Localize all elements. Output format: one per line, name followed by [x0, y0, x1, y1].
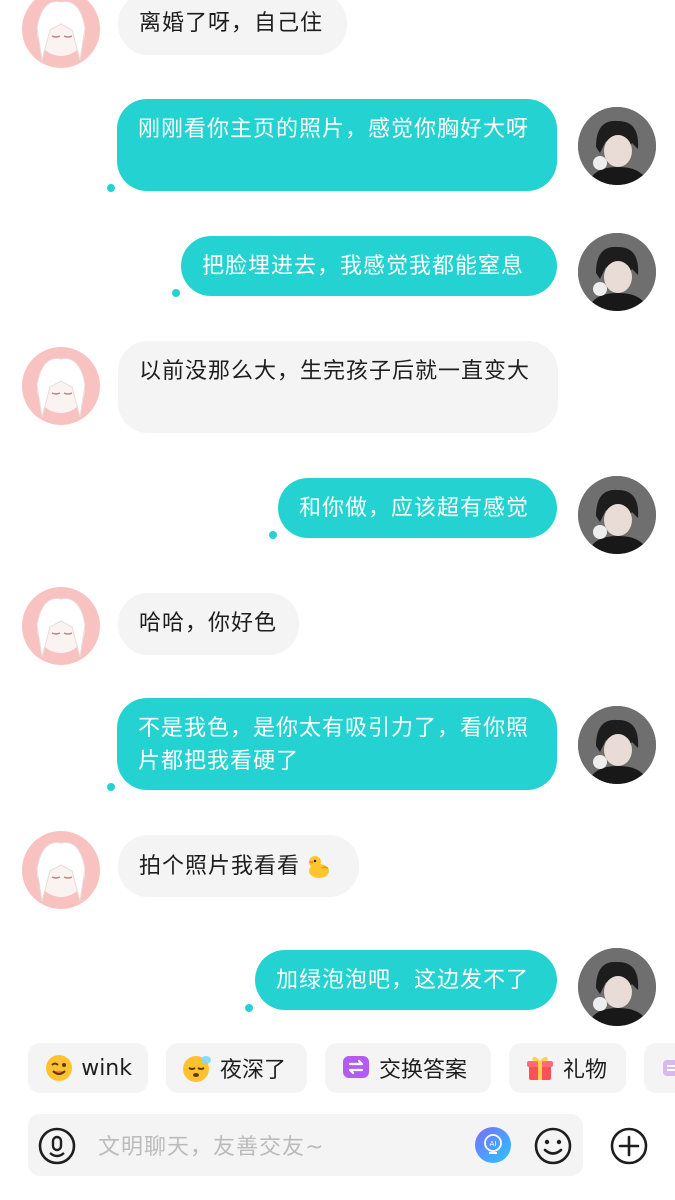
message-bubble-incoming[interactable]: 离婚了呀，自己住: [118, 0, 347, 55]
exchange-icon: [341, 1053, 371, 1083]
read-status-dot: [269, 531, 277, 539]
message-bubble-outgoing[interactable]: 和你做，应该超有感觉: [278, 478, 557, 538]
my-avatar[interactable]: [578, 948, 656, 1026]
read-status-dot: [245, 1004, 253, 1012]
message-bubble-outgoing[interactable]: 刚刚看你主页的照片，感觉你胸好大呀: [117, 99, 557, 191]
quick-action-late-night[interactable]: 夜深了: [166, 1043, 307, 1093]
ai-assistant-icon[interactable]: AI: [474, 1126, 512, 1168]
message-input-bar[interactable]: 文明聊天，友善交友~ AI: [28, 1114, 583, 1176]
quick-action-label: wink: [81, 1055, 132, 1081]
quick-action-wink[interactable]: wink: [28, 1043, 148, 1093]
contact-avatar[interactable]: [22, 587, 100, 665]
gift-icon: [525, 1053, 555, 1083]
emoji-picker-icon[interactable]: [533, 1126, 573, 1170]
quick-action-partial-icon: [658, 1053, 675, 1083]
read-status-dot: [172, 289, 180, 297]
contact-avatar[interactable]: [22, 347, 100, 425]
message-bubble-outgoing[interactable]: 不是我色，是你太有吸引力了，看你照片都把我看硬了: [117, 698, 557, 790]
message-bubble-incoming[interactable]: 以前没那么大，生完孩子后就一直变大: [118, 341, 558, 433]
message-bubble-incoming[interactable]: 拍个照片我看看: [118, 835, 359, 897]
read-status-dot: [107, 783, 115, 791]
chat-message-list[interactable]: 离婚了呀，自己住 刚刚看你主页的照片，感觉你胸好大呀 把脸埋进去，我感觉我都能窒…: [0, 0, 675, 1030]
quick-action-label: 夜深了: [220, 1058, 287, 1083]
message-bubble-outgoing[interactable]: 把脸埋进去，我感觉我都能窒息: [181, 236, 557, 296]
wink-emoji-icon: [44, 1053, 73, 1083]
message-input-placeholder[interactable]: 文明聊天，友善交友~: [98, 1129, 324, 1161]
my-avatar[interactable]: [578, 233, 656, 311]
voice-input-icon[interactable]: [38, 1127, 76, 1169]
sleepy-emoji-icon: [182, 1053, 212, 1083]
contact-avatar[interactable]: [22, 831, 100, 909]
message-bubble-incoming[interactable]: 哈哈，你好色: [118, 593, 299, 655]
message-bubble-outgoing[interactable]: 加绿泡泡吧，这边发不了: [255, 950, 557, 1010]
my-avatar[interactable]: [578, 706, 656, 784]
duck-emoji-icon: [304, 852, 332, 880]
message-text: 拍个照片我看看: [139, 853, 301, 879]
my-avatar[interactable]: [578, 107, 656, 185]
add-attachment-icon[interactable]: [609, 1126, 649, 1170]
quick-actions-bar[interactable]: wink 夜深了 交换答案 礼物: [0, 1040, 675, 1095]
quick-action-label: 交换答案: [379, 1058, 468, 1083]
contact-avatar[interactable]: [22, 0, 100, 68]
read-status-dot: [107, 184, 115, 192]
svg-text:AI: AI: [490, 1140, 497, 1148]
my-avatar[interactable]: [578, 476, 656, 554]
quick-action-more[interactable]: [644, 1043, 675, 1093]
quick-action-exchange-answers[interactable]: 交换答案: [325, 1043, 491, 1093]
quick-action-label: 礼物: [563, 1058, 608, 1083]
quick-action-gift[interactable]: 礼物: [509, 1043, 626, 1093]
